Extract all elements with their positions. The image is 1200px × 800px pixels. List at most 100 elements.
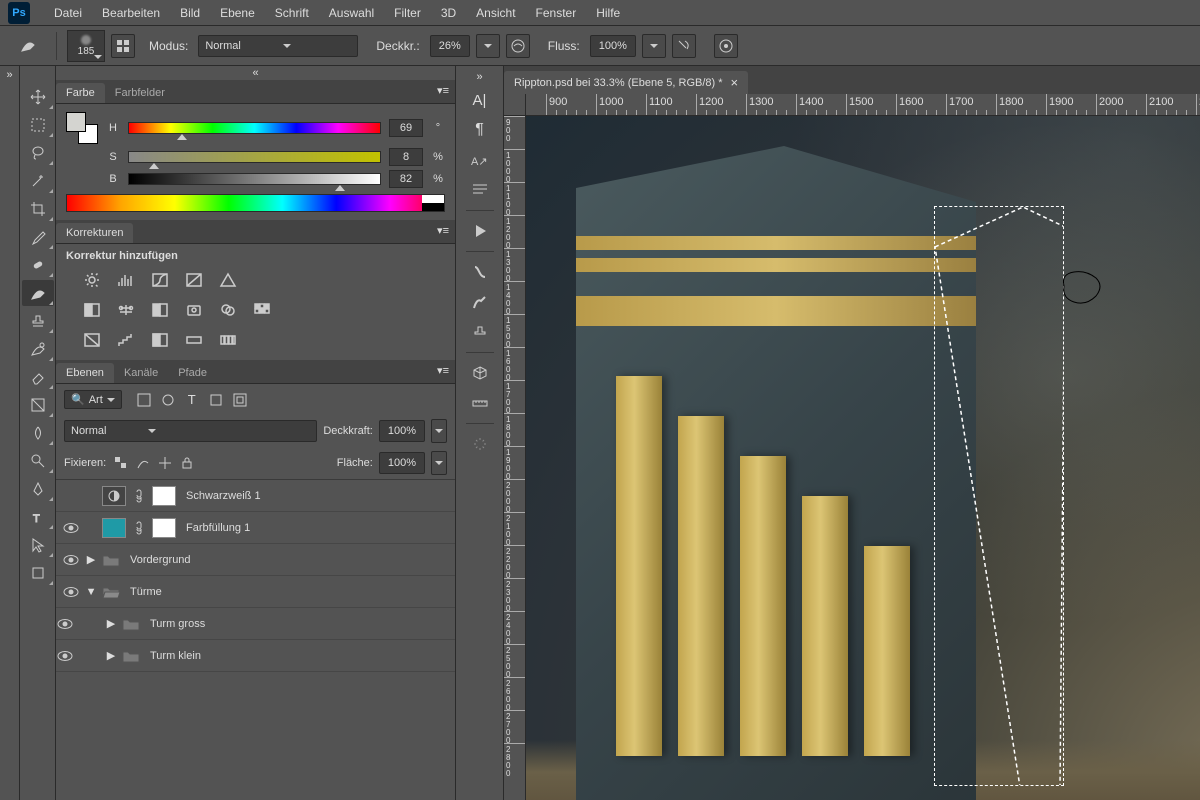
fill-input[interactable]: 100% [379,452,425,474]
blend-mode-select[interactable]: Normal [198,35,358,57]
opacity-slider-btn[interactable] [476,34,500,58]
horizontal-ruler[interactable]: 9001000110012001300140015001600170018001… [526,94,1200,116]
bri-slider[interactable] [128,173,381,185]
blur-tool[interactable] [22,420,54,446]
filter-shape-icon[interactable] [206,391,226,409]
adjust-thumb[interactable] [102,486,126,506]
posterize-icon[interactable] [114,330,138,350]
magic-wand-tool[interactable] [22,168,54,194]
selective-color-icon[interactable] [216,330,240,350]
layers-panel-menu[interactable]: ▾≡ [437,364,449,377]
character-panel-icon[interactable]: A| [465,86,495,114]
lock-paint-icon[interactable] [134,455,152,471]
lock-transparent-icon[interactable] [112,455,130,471]
brushes-icon[interactable] [465,288,495,316]
curves-icon[interactable] [148,270,172,290]
history-brush-tool[interactable] [22,336,54,362]
layer-schwarzweiss[interactable]: Schwarzweiß 1 [56,480,455,512]
fill-thumb[interactable] [102,518,126,538]
tab-pfade[interactable]: Pfade [168,363,217,383]
marquee-tool[interactable] [22,112,54,138]
vibrance-icon[interactable] [216,270,240,290]
hue-sat-icon[interactable] [80,300,104,320]
layer-opacity-input[interactable]: 100% [379,420,425,442]
crop-tool[interactable] [22,196,54,222]
fill-dd[interactable] [431,451,447,475]
vertical-ruler[interactable]: 9001000110012001300140015001600170018001… [504,116,526,800]
path-select-tool[interactable] [22,532,54,558]
char-styles-icon[interactable]: A↗ [465,146,495,174]
flow-slider-btn[interactable] [642,34,666,58]
link-icon[interactable] [132,489,146,503]
tab-ebenen[interactable]: Ebenen [56,363,114,383]
menu-bild[interactable]: Bild [170,6,210,20]
menu-schrift[interactable]: Schrift [265,6,319,20]
current-tool-icon[interactable] [12,32,44,58]
color-spectrum[interactable] [66,194,445,212]
lasso-tool[interactable] [22,140,54,166]
ruler-origin[interactable] [504,94,526,116]
canvas-viewport[interactable] [526,116,1200,800]
layer-vordergrund[interactable]: ▶ Vordergrund [56,544,455,576]
pen-tool[interactable] [22,476,54,502]
brush-presets-icon[interactable] [465,258,495,286]
tab-kanaele[interactable]: Kanäle [114,363,168,383]
airbrush-icon[interactable] [672,34,696,58]
visibility-toggle[interactable] [62,551,80,569]
mask-thumb[interactable] [152,486,176,506]
visibility-toggle[interactable] [62,487,80,505]
filter-adjust-icon[interactable] [158,391,178,409]
lock-position-icon[interactable] [156,455,174,471]
threshold-icon[interactable] [148,330,172,350]
folder-disclosure[interactable]: ▶ [106,617,116,630]
folder-disclosure[interactable]: ▶ [86,553,96,566]
menu-filter[interactable]: Filter [384,6,431,20]
menu-bearbeiten[interactable]: Bearbeiten [92,6,170,20]
hue-input[interactable]: 69 [389,119,423,137]
invert-icon[interactable] [80,330,104,350]
layer-farbfuellung[interactable]: Farbfüllung 1 [56,512,455,544]
3d-panel-icon[interactable] [465,359,495,387]
gradient-tool[interactable] [22,392,54,418]
lock-all-icon[interactable] [178,455,196,471]
brush-panel-toggle[interactable] [111,34,135,58]
menu-datei[interactable]: Datei [44,6,92,20]
hue-slider[interactable] [128,122,381,134]
exposure-icon[interactable] [182,270,206,290]
tab-farbe[interactable]: Farbe [56,83,105,103]
bw-icon[interactable] [148,300,172,320]
strip-expand[interactable]: » [456,70,503,84]
foreground-background-swatch[interactable] [66,112,98,144]
color-balance-icon[interactable] [114,300,138,320]
menu-hilfe[interactable]: Hilfe [586,6,630,20]
folder-disclosure[interactable]: ▼ [86,586,96,598]
healing-tool[interactable] [22,252,54,278]
layer-tuerme[interactable]: ▼ Türme [56,576,455,608]
menu-fenster[interactable]: Fenster [526,6,587,20]
loading-icon[interactable] [465,430,495,458]
channel-mixer-icon[interactable] [216,300,240,320]
menu-auswahl[interactable]: Auswahl [319,6,384,20]
dodge-tool[interactable] [22,448,54,474]
tab-korrekturen[interactable]: Korrekturen [56,223,133,243]
layer-turm-gross[interactable]: ▶ Turm gross [56,608,455,640]
gradient-map-icon[interactable] [182,330,206,350]
menu-ansicht[interactable]: Ansicht [466,6,525,20]
menu-ebene[interactable]: Ebene [210,6,265,20]
folder-disclosure[interactable]: ▶ [106,649,116,662]
clone-source-icon[interactable] [465,318,495,346]
layer-opacity-dd[interactable] [431,419,447,443]
close-document-icon[interactable]: × [731,75,739,90]
brush-preset-picker[interactable]: 185 [67,30,105,62]
layer-turm-klein[interactable]: ▶ Turm klein [56,640,455,672]
visibility-toggle[interactable] [56,647,74,665]
document-tab[interactable]: Rippton.psd bei 33.3% (Ebene 5, RGB/8) *… [504,71,748,94]
pressure-size-icon[interactable] [714,34,738,58]
layer-filter-kind[interactable]: 🔍Art [64,390,122,409]
actions-panel-icon[interactable] [465,217,495,245]
opacity-input[interactable]: 26% [430,35,470,57]
layer-blend-mode[interactable]: Normal [64,420,317,442]
color-lookup-icon[interactable] [250,300,274,320]
adjust-panel-menu[interactable]: ▾≡ [437,224,449,237]
para-styles-icon[interactable] [465,176,495,204]
